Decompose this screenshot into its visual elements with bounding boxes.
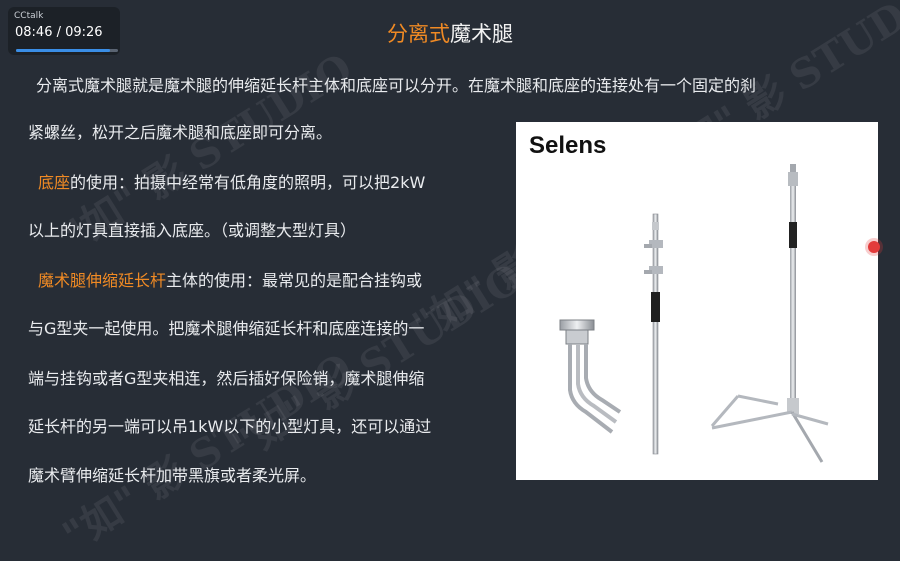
c-stand-illustration [559,164,829,463]
paragraph-3-text: 主体的使用：最常见的是配合挂钩或 [166,271,423,290]
paragraph-3-line-4: 延长杆的另一端可以吊1kW以下的小型灯具，还可以通过 [28,417,432,436]
paragraph-3-line-1: 魔术腿伸缩延长杆主体的使用：最常见的是配合挂钩或 [38,271,422,291]
slide-title: 分离式魔术腿 [0,18,900,48]
progress-fill [16,49,110,52]
product-photo: Selens [516,122,878,480]
paragraph-3-line-2: 与G型夹一起使用。把魔术腿伸缩延长杆和底座连接的一 [28,319,425,338]
paragraph-3-line-3: 端与挂钩或者G型夹相连，然后插好保险销，魔术腿伸缩 [28,369,425,388]
paragraph-3-line-5: 魔术臂伸缩延长杆加带黑旗或者柔光屏。 [28,466,317,485]
paragraph-2-text: 的使用：拍摄中经常有低角度的照明，可以把2kW [70,173,426,192]
hook-attachment [559,319,622,434]
c-stand [710,164,829,463]
paragraph-1-line-1: 分离式魔术腿就是魔术腿的伸缩延长杆主体和底座可以分开。在魔术腿和底座的连接处有一… [36,76,757,95]
paragraph-2-line-2: 以上的灯具直接插入底座。（或调整大型灯具） [28,221,357,240]
extension-pole-term: 魔术腿伸缩延长杆 [38,271,167,290]
paragraph-2-line-1: 底座的使用：拍摄中经常有低角度的照明，可以把2kW [38,173,425,193]
title-rest: 魔术腿 [450,22,513,46]
base-term: 底座 [38,173,71,192]
title-accent: 分离式 [387,22,450,46]
paragraph-1-line-2: 紧螺丝，松开之后魔术腿和底座即可分离。 [28,123,333,142]
progress-bar[interactable] [16,49,118,52]
extension-pole [644,213,663,455]
record-indicator[interactable] [868,241,880,253]
